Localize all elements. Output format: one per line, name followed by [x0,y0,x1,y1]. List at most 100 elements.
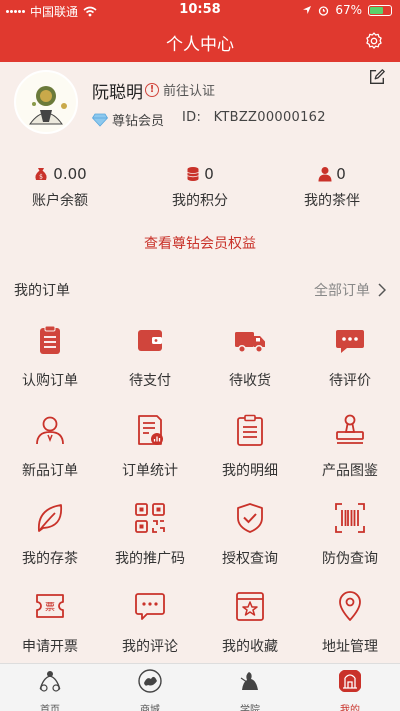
grid-item-label: 我的推广码 [115,551,185,567]
money-bag-icon: $ [35,168,47,181]
comment-icon [135,593,165,620]
grid-item-address-management[interactable]: 地址管理 [300,589,400,656]
orders-title: 我的订单 [14,283,70,299]
grid-item-my-tea-storage[interactable]: 我的存茶 [0,501,100,568]
member-label: 尊钻会员 [112,114,165,129]
stat-value: 0 [204,165,214,183]
barcode-icon [335,503,365,533]
stat-value: 0.00 [53,165,87,183]
user-icon [36,416,64,445]
edit-icon[interactable] [368,68,386,86]
page-title: 个人中心 [166,35,234,55]
grid-item-order-stats[interactable]: 订单统计 [100,413,200,480]
diamond-icon [92,113,108,127]
tab-mall[interactable]: 商城 [100,668,200,711]
all-orders-link[interactable]: 全部订单 [314,280,386,300]
grid-item-label: 产品图鉴 [322,463,378,479]
shield-check-icon [237,503,263,533]
grid-item-label: 地址管理 [322,639,378,655]
stat-points[interactable]: 0 我的积分 [140,162,260,210]
verify-label: 前往认证 [163,84,216,99]
stamp-icon [336,414,364,444]
invoice-icon: 票 [36,594,64,618]
grid-item-label: 认购订单 [22,373,78,389]
username: 阮聪明 [92,83,143,103]
grid-item-label: 新品订单 [22,463,78,479]
grid-item-label: 我的明细 [222,463,278,479]
grid-item-pending-payment[interactable]: 待支付 [100,323,200,390]
svg-text:票: 票 [45,602,55,614]
alarm-icon [319,5,329,16]
clipboard-icon [40,325,60,354]
user-id-value: KTBZZ00000162 [213,110,326,125]
bookmark-star-icon [236,592,264,621]
battery-percent: 67% [335,3,362,17]
svg-text:$: $ [39,174,43,181]
stat-label: 账户余额 [32,193,88,209]
grid-item-label: 待支付 [129,373,171,389]
grid-item-label: 授权查询 [222,551,278,567]
grid-item-anti-counterfeit-check[interactable]: 防伪查询 [300,501,400,568]
avatar-logo-icon [16,72,76,132]
grid-item-label: 待评价 [329,373,371,389]
grid-item-my-favorites[interactable]: 我的收藏 [200,589,300,656]
battery-icon [368,4,392,16]
grid-item-pending-review[interactable]: 待评价 [300,323,400,390]
leaf-icon [38,504,63,532]
location-icon [339,591,361,621]
tab-mine[interactable]: 我的 [300,668,400,711]
user-id: ID: KTBZZ00000162 [182,110,326,125]
home-icon [39,671,61,692]
all-orders-label: 全部订单 [314,283,370,299]
tab-label: 首页 [40,705,60,711]
coins-icon [187,167,199,181]
person-icon [318,167,332,182]
tab-academy[interactable]: 学院 [200,668,300,711]
profile-card: 阮聪明 ! 前往认证 尊钻会员 ID: KTBZZ00000162 [0,62,400,142]
vip-benefits-link[interactable]: 查看尊钻会员权益 [0,233,400,253]
grid-item-label: 待收货 [229,373,271,389]
stat-balance[interactable]: $ 0.00 账户余额 [0,162,120,210]
tab-bar: 首页 商城 学院 我的 [0,663,400,711]
status-bar: 中国联通 10:58 67% [0,0,400,20]
stat-tea-friends[interactable]: 0 我的茶伴 [272,162,392,210]
orders-header: 我的订单 全部订单 [0,276,400,302]
grid-item-my-promo-code[interactable]: 我的推广码 [100,501,200,568]
location-arrow-icon [303,6,312,14]
grid-item-my-details[interactable]: 我的明细 [200,413,300,480]
grid-item-label: 申请开票 [22,639,78,655]
qrcode-icon [135,503,165,533]
chat-icon [336,330,364,353]
tab-home[interactable]: 首页 [0,668,100,711]
nav-bar: 个人中心 [0,20,400,62]
grid-item-my-comments[interactable]: 我的评论 [100,589,200,656]
grid-item-authorization-check[interactable]: 授权查询 [200,501,300,568]
wallet-icon [138,330,162,351]
academy-icon [240,672,258,690]
gear-icon[interactable] [364,31,384,51]
grid-item-new-orders[interactable]: 新品订单 [0,413,100,480]
stat-label: 我的茶伴 [304,193,360,209]
grid-item-label: 订单统计 [122,463,178,479]
truck-icon [235,332,265,354]
member-badge: 尊钻会员 [92,110,164,129]
grid-item-label: 我的收藏 [222,639,278,655]
grid-item-pending-receipt[interactable]: 待收货 [200,323,300,390]
stat-label: 我的积分 [172,193,228,209]
grid-item-request-invoice[interactable]: 票 申请开票 [0,589,100,656]
chevron-right-icon [378,283,386,297]
verify-link[interactable]: ! 前往认证 [145,80,215,99]
stats-row: $ 0.00 账户余额 0 我的积分 0 我的茶伴 [0,162,400,212]
mine-icon [339,670,361,692]
grid-item-label: 我的评论 [122,639,178,655]
warning-icon: ! [145,82,159,97]
user-id-label: ID: [182,110,202,125]
mall-icon [138,669,162,693]
grid-item-product-catalog[interactable]: 产品图鉴 [300,413,400,480]
grid-item-label: 我的存茶 [22,551,78,567]
avatar[interactable] [14,70,78,134]
grid-item-subscription-orders[interactable]: 认购订单 [0,323,100,390]
stat-value: 0 [336,165,346,183]
grid-item-label: 防伪查询 [322,551,378,567]
tab-label: 我的 [340,705,360,711]
